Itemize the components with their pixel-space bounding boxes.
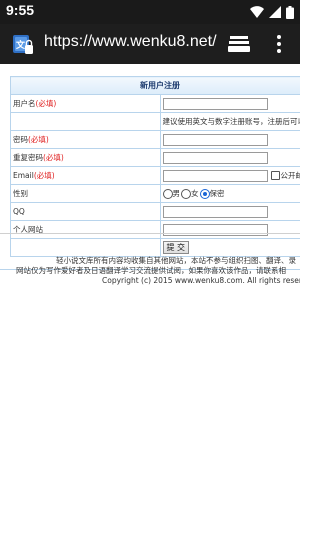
svg-text:文: 文 [15,39,26,51]
gender-radio-male[interactable] [162,188,173,199]
username-label: 用户名(必填) [10,94,161,113]
gender-option-female: 女 [191,189,199,198]
gender-radio-group: 男 女 保密 [159,184,300,203]
tabs-icon[interactable] [228,34,250,54]
empty-label-cell [10,112,161,131]
password-label: 密码(必填) [10,130,161,149]
wifi-icon [250,6,264,18]
overflow-menu-icon[interactable] [276,33,282,55]
status-time: 9:55 [6,2,35,18]
battery-icon [286,5,294,19]
submit-button[interactable]: 提 交 [162,241,190,254]
password-confirm-input[interactable] [162,151,268,164]
password-input[interactable] [162,133,268,146]
gender-option-secret: 保密 [209,189,225,198]
form-title: 新用户注册 [10,76,300,95]
required-mark: (必填) [33,171,55,180]
required-mark: (必填) [43,153,64,162]
homepage-label: 个人网站 [10,220,161,239]
password-confirm-label-text: 重复密码 [13,153,43,162]
registration-form: 新用户注册 用户名(必填) 建议使用英文与数字注册账号，注册后可以在用户面板修 … [10,76,300,257]
public-email-label: 公开邮箱 [280,171,301,180]
qq-input[interactable] [162,205,268,218]
url-bar[interactable]: https://www.wenku8.net/ [44,33,217,51]
footer-line-2: 网站仅为写作爱好者及日语翻译学习交流提供试阅，如果你喜欢该作品，请联系相 [16,266,286,275]
browser-toolbar: 文 https://www.wenku8.net/ [0,24,300,64]
required-mark: (必填) [28,135,49,144]
gender-radio-female[interactable] [181,188,191,199]
gender-label: 性别 [10,184,161,203]
qq-label: QQ [10,202,161,221]
email-label: Email(必填) [10,166,161,185]
gender-radio-secret[interactable] [199,188,210,199]
footer-divider [0,233,300,234]
email-input[interactable] [162,169,268,182]
required-mark: (必填) [35,99,57,108]
password-confirm-label: 重复密码(必填) [10,148,161,167]
signal-icon [269,6,281,18]
username-label-text: 用户名 [13,99,36,108]
site-favicon-icon[interactable]: 文 [12,33,34,55]
username-hint: 建议使用英文与数字注册账号，注册后可以在用户面板修 [159,112,300,131]
gender-option-male: 男 [172,189,181,198]
status-icons [250,5,294,19]
empty-label-cell [10,238,161,257]
web-page: 新用户注册 用户名(必填) 建议使用英文与数字注册账号，注册后可以在用户面板修 … [0,64,300,533]
password-label-text: 密码 [13,135,28,144]
status-bar: 9:55 [0,0,300,24]
footer-line-1: 轻小说文库所有内容均收集自其他网站，本站不参与组织扫图、翻译、录 [56,256,296,265]
public-email-checkbox[interactable] [270,171,280,180]
footer-copyright: Copyright (c) 2015 www.wenku8.com. All r… [102,276,300,285]
email-label-text: Email [13,171,34,180]
username-input[interactable] [162,97,268,110]
